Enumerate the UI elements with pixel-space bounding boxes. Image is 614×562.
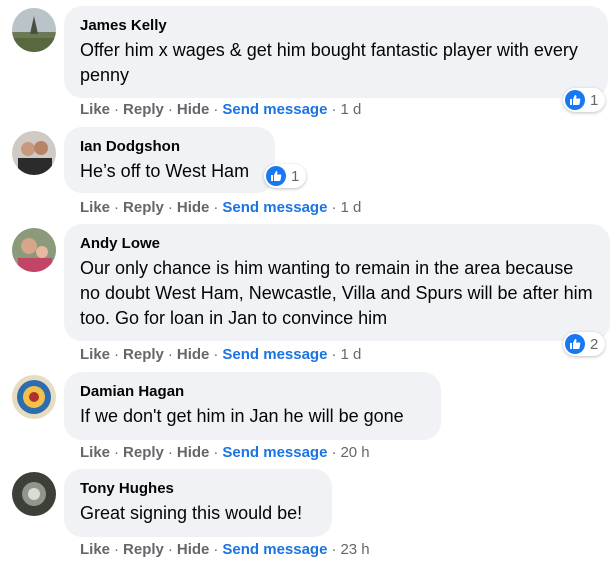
like-link[interactable]: Like: [80, 444, 110, 461]
comment-text: He’s off to West Ham: [80, 161, 250, 181]
reply-link[interactable]: Reply: [123, 101, 164, 118]
avatar[interactable]: [12, 8, 56, 52]
send-message-link[interactable]: Send message: [222, 101, 327, 118]
reaction-number: 1: [590, 91, 599, 109]
reply-link[interactable]: Reply: [123, 541, 164, 558]
badge-avatar-icon: [12, 375, 56, 419]
comment-author[interactable]: Andy Lowe: [80, 234, 594, 254]
comment-bubble: Tony Hughes Great signing this would be!: [64, 469, 332, 537]
comment-timestamp[interactable]: 23 h: [340, 541, 369, 558]
reply-link[interactable]: Reply: [123, 444, 164, 461]
comment-bubble: Ian Dodgshon He’s off to West Ham: [64, 127, 275, 193]
reaction-count[interactable]: 1: [563, 88, 606, 112]
dark-avatar-icon: [12, 472, 56, 516]
comment-author[interactable]: Tony Hughes: [80, 479, 316, 499]
comment-author[interactable]: Ian Dodgshon: [80, 137, 259, 157]
hide-link[interactable]: Hide: [177, 541, 210, 558]
reaction-count[interactable]: 2: [563, 332, 606, 356]
send-message-link[interactable]: Send message: [222, 444, 327, 461]
comment-timestamp[interactable]: 1 d: [340, 101, 361, 118]
comment-bubble: James Kelly Offer him x wages & get him …: [64, 6, 608, 98]
reaction-number: 2: [590, 335, 599, 353]
comment-actions: Like · Reply · Hide · Send message · 1 d: [80, 101, 362, 118]
avatar[interactable]: [12, 375, 56, 419]
family-avatar-icon: [12, 228, 56, 272]
comment-author[interactable]: James Kelly: [80, 16, 592, 36]
hide-link[interactable]: Hide: [177, 346, 210, 363]
hide-link[interactable]: Hide: [177, 101, 210, 118]
comment-text: Our only chance is him wanting to remain…: [80, 258, 593, 328]
comment-author[interactable]: Damian Hagan: [80, 382, 425, 402]
reply-link[interactable]: Reply: [123, 346, 164, 363]
thumbs-up-icon: [565, 90, 585, 110]
comment-actions: Like · Reply · Hide · Send message · 23 h: [80, 541, 370, 558]
landscape-avatar-icon: [12, 8, 56, 52]
like-link[interactable]: Like: [80, 346, 110, 363]
send-message-link[interactable]: Send message: [222, 346, 327, 363]
couple-avatar-icon: [12, 131, 56, 175]
like-link[interactable]: Like: [80, 101, 110, 118]
thumbs-up-icon: [266, 166, 286, 186]
hide-link[interactable]: Hide: [177, 199, 210, 216]
comment-actions: Like · Reply · Hide · Send message · 1 d: [80, 346, 362, 363]
comment-bubble: Damian Hagan If we don't get him in Jan …: [64, 372, 441, 440]
reaction-count[interactable]: 1: [264, 164, 307, 188]
hide-link[interactable]: Hide: [177, 444, 210, 461]
reaction-number: 1: [291, 167, 300, 185]
avatar[interactable]: [12, 472, 56, 516]
avatar[interactable]: [12, 228, 56, 272]
reply-link[interactable]: Reply: [123, 199, 164, 216]
comment-text: Offer him x wages & get him bought fanta…: [80, 40, 578, 85]
comment-actions: Like · Reply · Hide · Send message · 1 d: [80, 199, 362, 216]
send-message-link[interactable]: Send message: [222, 541, 327, 558]
send-message-link[interactable]: Send message: [222, 199, 327, 216]
comment-timestamp[interactable]: 20 h: [340, 444, 369, 461]
like-link[interactable]: Like: [80, 199, 110, 216]
comment-bubble: Andy Lowe Our only chance is him wanting…: [64, 224, 610, 341]
comment-text: Great signing this would be!: [80, 503, 303, 523]
comment-actions: Like · Reply · Hide · Send message · 20 h: [80, 444, 370, 461]
comment-text: If we don't get him in Jan he will be go…: [80, 406, 404, 426]
avatar[interactable]: [12, 131, 56, 175]
like-link[interactable]: Like: [80, 541, 110, 558]
thumbs-up-icon: [565, 334, 585, 354]
comment-timestamp[interactable]: 1 d: [340, 199, 361, 216]
comment-timestamp[interactable]: 1 d: [340, 346, 361, 363]
